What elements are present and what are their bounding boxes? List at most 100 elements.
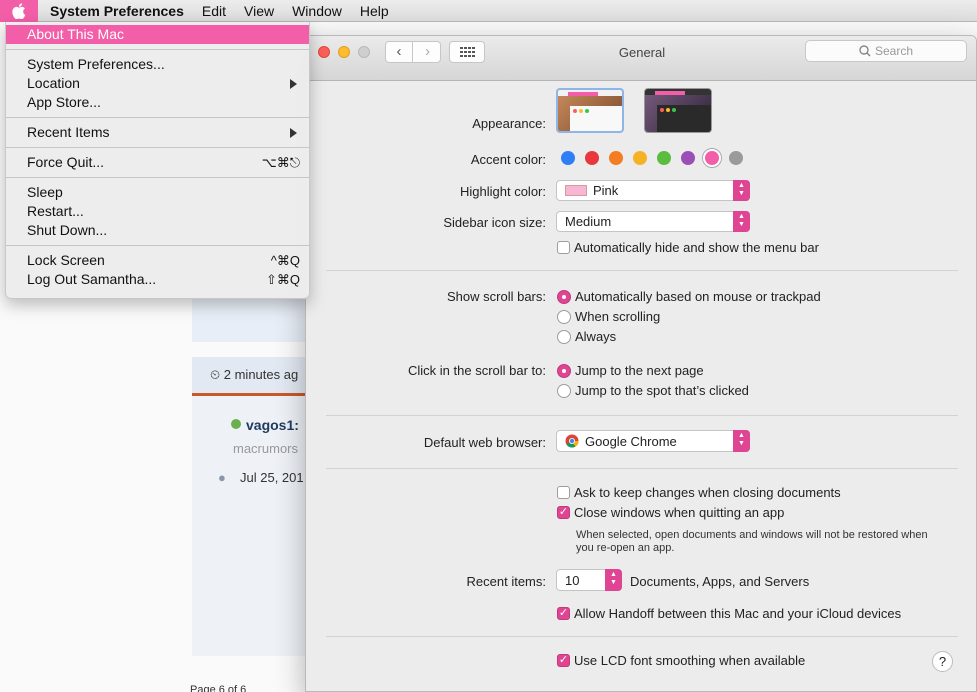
menu-item-location[interactable]: Location xyxy=(6,74,309,93)
menu-item-lock-screen[interactable]: Lock Screen ^⌘Q xyxy=(6,251,309,270)
shortcut: ^⌘Q xyxy=(270,253,300,268)
menu-item-about-this-mac[interactable]: About This Mac xyxy=(6,25,309,44)
menu-item-log-out[interactable]: Log Out Samantha... ⇧⌘Q xyxy=(6,270,309,289)
recent-items-value: 10 xyxy=(565,572,580,588)
appearance-light-option[interactable] xyxy=(556,88,624,133)
default-browser-label: Default web browser: xyxy=(423,435,546,450)
search-placeholder: Search xyxy=(874,44,914,58)
appearance-label: Appearance: xyxy=(472,116,546,131)
lcd-smoothing-checkbox[interactable]: ✓ xyxy=(557,654,570,667)
autohide-menubar-checkbox[interactable] xyxy=(557,241,570,254)
search-field[interactable]: Search xyxy=(805,40,967,62)
recent-items-label: Recent items: xyxy=(466,574,546,589)
menu-item-recent-items[interactable]: Recent Items xyxy=(6,123,309,142)
search-icon xyxy=(859,45,871,57)
menu-separator xyxy=(6,117,309,118)
shortcut: ⇧⌘Q xyxy=(265,272,300,287)
menu-bar: System Preferences Edit View Window Help xyxy=(0,0,977,22)
accent-orange-swatch[interactable] xyxy=(609,151,623,165)
menu-separator xyxy=(6,245,309,246)
online-dot xyxy=(231,419,241,429)
divider xyxy=(326,636,958,637)
sidebar-size-label: Sidebar icon size: xyxy=(443,215,546,230)
user-icon: ● xyxy=(218,470,226,485)
accent-blue-swatch[interactable] xyxy=(561,151,575,165)
highlight-color-value: Pink xyxy=(593,183,619,198)
appearance-dark-option[interactable] xyxy=(644,88,712,133)
menu-item-force-quit[interactable]: Force Quit... ⌥⌘⎋ xyxy=(6,153,309,172)
autohide-menubar-label: Automatically hide and show the menu bar xyxy=(574,240,819,255)
edit-menu[interactable]: Edit xyxy=(193,0,235,22)
general-preferences-window: ‹ › General Search Appearance: Accent co… xyxy=(305,35,977,692)
default-browser-value: Google Chrome xyxy=(585,433,677,449)
click-scrollbar-label: Click in the scroll bar to: xyxy=(408,363,546,378)
help-menu[interactable]: Help xyxy=(351,0,398,22)
popup-arrows-icon: ▲ ▼ xyxy=(605,569,622,591)
menu-item-shut-down[interactable]: Shut Down... xyxy=(6,221,309,240)
chrome-icon xyxy=(565,434,579,448)
accent-graphite-swatch[interactable] xyxy=(729,151,743,165)
ask-keep-changes-label: Ask to keep changes when closing documen… xyxy=(574,485,841,500)
highlight-color-label: Highlight color: xyxy=(460,184,546,199)
menu-separator xyxy=(6,177,309,178)
ask-keep-changes-checkbox[interactable] xyxy=(557,486,570,499)
handoff-label: Allow Handoff between this Mac and your … xyxy=(574,606,902,621)
bg-user-role: macrumors xyxy=(233,441,299,456)
apple-menu-button[interactable] xyxy=(0,0,38,22)
scroll-when-scrolling-label: When scrolling xyxy=(575,309,661,324)
scroll-bars-label: Show scroll bars: xyxy=(447,289,546,304)
title-bar: ‹ › General Search xyxy=(306,36,976,81)
jump-spot-radio[interactable] xyxy=(557,384,571,398)
divider xyxy=(326,270,958,271)
scroll-when-scrolling-radio[interactable] xyxy=(557,310,571,324)
scroll-always-label: Always xyxy=(575,329,617,344)
bg-post-date: Jul 25, 201 xyxy=(240,470,304,485)
accent-color-label: Accent color: xyxy=(470,152,546,167)
jump-next-page-radio[interactable] xyxy=(557,364,571,378)
accent-purple-swatch[interactable] xyxy=(681,151,695,165)
scroll-auto-radio[interactable] xyxy=(557,290,571,304)
apple-menu-dropdown: About This Mac System Preferences... Loc… xyxy=(5,22,310,299)
menu-item-sleep[interactable]: Sleep xyxy=(6,183,309,202)
sidebar-size-popup[interactable]: Medium ▲ ▼ xyxy=(556,211,750,232)
accent-pink-swatch[interactable] xyxy=(705,151,719,165)
app-menu[interactable]: System Preferences xyxy=(38,0,193,22)
recent-items-suffix: Documents, Apps, and Servers xyxy=(630,574,810,589)
menu-separator xyxy=(6,147,309,148)
divider xyxy=(326,468,958,469)
recent-items-popup[interactable]: 10 ▲ ▼ xyxy=(556,569,622,591)
view-menu[interactable]: View xyxy=(235,0,283,22)
bg-username[interactable]: vagos1: xyxy=(246,417,299,433)
window-menu[interactable]: Window xyxy=(283,0,351,22)
bg-post-body xyxy=(192,396,312,656)
jump-spot-label: Jump to the spot that’s clicked xyxy=(575,383,749,398)
submenu-arrow-icon xyxy=(290,79,297,89)
accent-red-swatch[interactable] xyxy=(585,151,599,165)
menu-item-system-preferences[interactable]: System Preferences... xyxy=(6,55,309,74)
lcd-smoothing-label: Use LCD font smoothing when available xyxy=(574,653,806,668)
handoff-checkbox[interactable]: ✓ xyxy=(557,607,570,620)
highlight-color-popup[interactable]: Pink ▲ ▼ xyxy=(556,180,750,201)
accent-green-swatch[interactable] xyxy=(657,151,671,165)
scroll-auto-label: Automatically based on mouse or trackpad xyxy=(575,289,821,304)
close-windows-label: Close windows when quitting an app xyxy=(574,505,785,520)
submenu-arrow-icon xyxy=(290,128,297,138)
close-windows-note: When selected, open documents and window… xyxy=(576,529,928,554)
menu-item-restart[interactable]: Restart... xyxy=(6,202,309,221)
shortcut: ⌥⌘⎋ xyxy=(261,155,300,170)
popup-arrows-icon: ▲ ▼ xyxy=(733,180,750,201)
pink-swatch-icon xyxy=(565,185,587,196)
menu-separator xyxy=(6,49,309,50)
scroll-always-radio[interactable] xyxy=(557,330,571,344)
bg-pager: Page 6 of 6 xyxy=(190,684,247,692)
popup-arrows-icon: ▲ ▼ xyxy=(733,211,750,232)
help-button[interactable]: ? xyxy=(932,651,953,672)
accent-yellow-swatch[interactable] xyxy=(633,151,647,165)
apple-icon xyxy=(12,2,26,19)
menu-item-app-store[interactable]: App Store... xyxy=(6,93,309,112)
default-browser-popup[interactable]: Google Chrome ▲ ▼ xyxy=(556,430,750,452)
close-windows-checkbox[interactable]: ✓ xyxy=(557,506,570,519)
jump-next-page-label: Jump to the next page xyxy=(575,363,704,378)
divider xyxy=(326,415,958,416)
sidebar-size-value: Medium xyxy=(565,214,612,229)
